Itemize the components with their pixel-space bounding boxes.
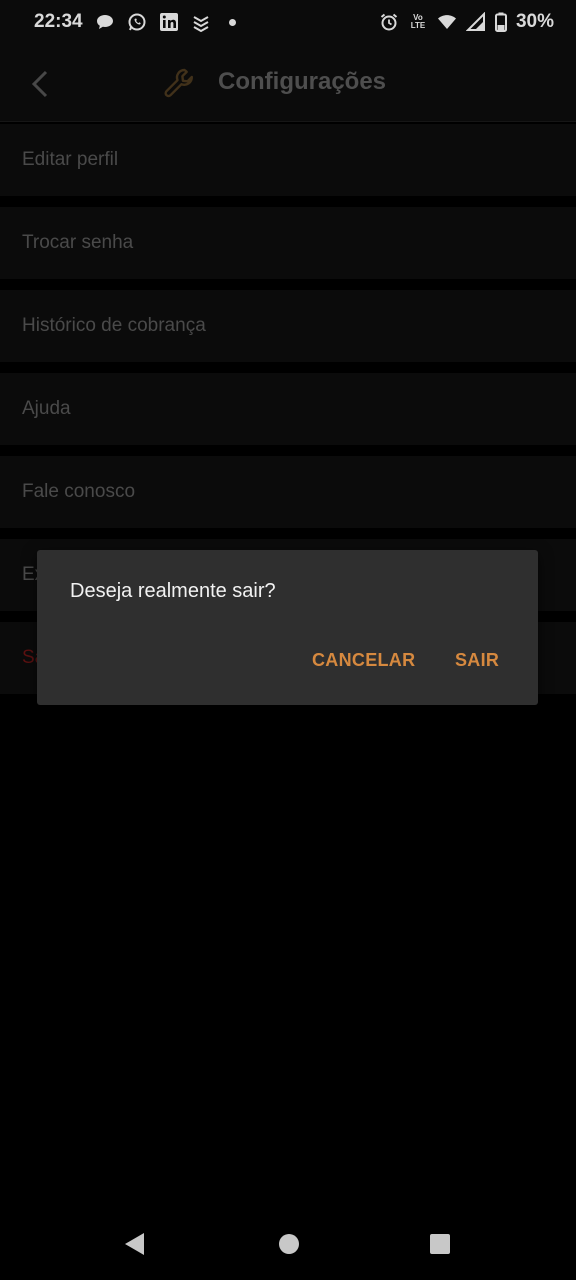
nav-recents-button[interactable] (426, 1230, 454, 1258)
dialog-message: Deseja realmente sair? (70, 580, 276, 602)
recents-square-icon (430, 1234, 450, 1254)
system-nav-bar (0, 1208, 576, 1280)
screen: 22:34 Vo LTE 30% Configurações Editar pe… (0, 0, 576, 1280)
nav-back-button[interactable] (120, 1230, 148, 1258)
cancel-button[interactable]: CANCELAR (312, 650, 415, 671)
nav-home-button[interactable] (275, 1230, 303, 1258)
home-circle-icon (279, 1234, 299, 1254)
logout-dialog: Deseja realmente sair? CANCELAR SAIR (37, 550, 538, 705)
confirm-exit-button[interactable]: SAIR (455, 650, 499, 671)
back-triangle-icon (125, 1233, 144, 1255)
